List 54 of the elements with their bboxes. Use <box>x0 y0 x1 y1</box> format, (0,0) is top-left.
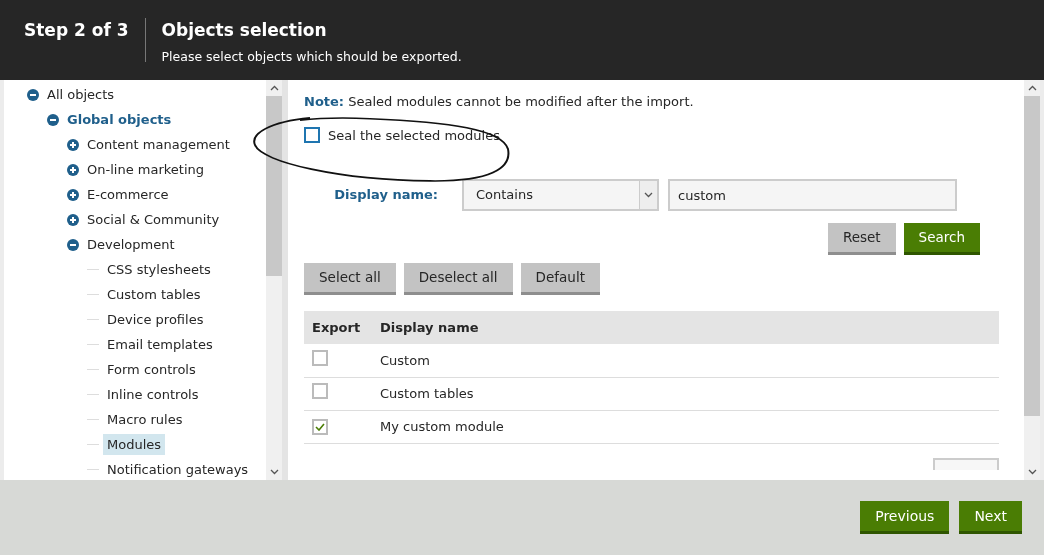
tree-item[interactable]: Modules <box>103 433 166 456</box>
checkbox[interactable] <box>304 127 320 144</box>
next-button[interactable]: Next <box>959 501 1022 534</box>
expand-icon[interactable] <box>67 213 79 226</box>
note-text: Note: Sealed modules cannot be modified after the import. <box>304 93 695 111</box>
tree-item[interactable]: Macro rules <box>103 408 187 431</box>
tree-item[interactable]: On-line marketing <box>83 158 208 181</box>
collapse-icon[interactable] <box>67 238 79 251</box>
column-header: Display name <box>372 311 999 344</box>
scroll-down-icon[interactable] <box>1027 469 1037 475</box>
search-button[interactable]: Search <box>903 223 980 255</box>
checkbox[interactable] <box>312 418 328 435</box>
tree-item[interactable]: Device profiles <box>103 308 208 331</box>
expand-icon[interactable] <box>67 163 79 176</box>
tree-item[interactable]: Custom tables <box>103 283 205 306</box>
checkbox[interactable] <box>312 349 328 366</box>
tree-item[interactable]: All objects <box>43 83 119 106</box>
tree-item[interactable]: Development <box>83 233 179 256</box>
table-cell: Custom <box>372 344 999 377</box>
tree-scrollbar[interactable] <box>266 80 282 480</box>
chevron-down-icon <box>644 192 653 198</box>
tree-item[interactable]: E-commerce <box>83 183 173 206</box>
content-scrollbar[interactable] <box>1024 80 1040 480</box>
expand-icon[interactable] <box>67 188 79 201</box>
tree-item[interactable]: Notification gateways <box>103 458 253 480</box>
table-cell: My custom module <box>372 410 999 443</box>
filter-input[interactable]: custom <box>668 179 957 211</box>
filter-label: Display name: <box>333 186 439 205</box>
expand-icon[interactable] <box>67 138 79 151</box>
tree-item[interactable]: Inline controls <box>103 383 203 406</box>
tree-item[interactable]: Social & Community <box>83 208 224 231</box>
reset-button[interactable]: Reset <box>827 223 896 255</box>
dialog-title: Objects selection <box>161 19 328 42</box>
scroll-up-icon[interactable] <box>269 85 279 91</box>
tree-item[interactable]: Form controls <box>103 358 200 381</box>
table-cell: Custom tables <box>372 377 999 410</box>
step-indicator: Step 2 of 3 <box>24 18 146 62</box>
checkbox[interactable] <box>312 382 328 399</box>
tree-item[interactable]: Content management <box>83 133 234 156</box>
scroll-down-icon[interactable] <box>269 469 279 475</box>
previous-button[interactable]: Previous <box>860 501 950 534</box>
column-header: Export <box>304 311 372 344</box>
collapse-icon[interactable] <box>47 113 59 126</box>
action-button[interactable]: Default <box>520 263 600 295</box>
action-button[interactable]: Select all <box>304 263 396 295</box>
scroll-up-icon[interactable] <box>1027 85 1037 91</box>
collapse-icon[interactable] <box>27 88 39 101</box>
operator-dropdown[interactable]: Contains <box>462 179 659 211</box>
tree-item[interactable]: Email templates <box>103 333 217 356</box>
checkmark-icon <box>315 422 325 431</box>
action-button[interactable]: Deselect all <box>403 263 513 295</box>
tree-item[interactable]: CSS stylesheets <box>103 258 215 281</box>
dialog-subtitle: Please select objects which should be exported. <box>161 47 462 66</box>
tree-item[interactable]: Global objects <box>63 108 176 131</box>
